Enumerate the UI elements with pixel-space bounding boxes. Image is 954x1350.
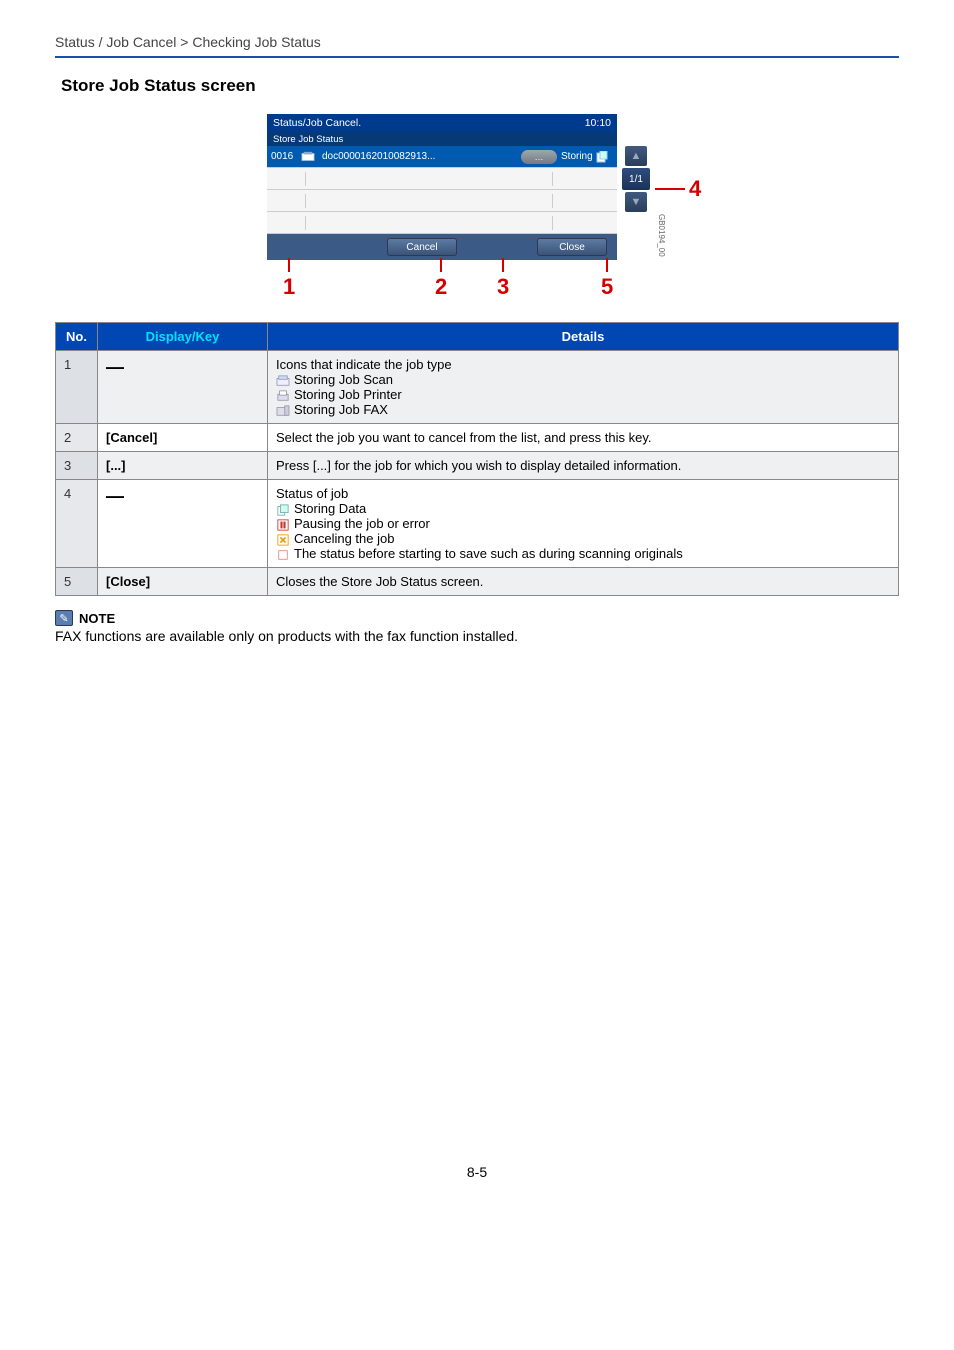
callout-2: 2 xyxy=(435,258,447,300)
empty-row xyxy=(267,168,617,190)
cell-details: Status of job Storing Data Pausing the j… xyxy=(268,480,899,568)
storing-icon xyxy=(596,151,608,163)
printer-icon xyxy=(276,390,290,402)
section-title: Store Job Status screen xyxy=(55,76,899,96)
note-text: FAX functions are available only on prod… xyxy=(55,628,899,644)
fax-icon xyxy=(276,405,290,417)
job-status-cell: Storing xyxy=(557,151,617,163)
device-subtitle: Store Job Status xyxy=(273,134,343,145)
empty-row xyxy=(267,212,617,234)
cell-dk: [Close] xyxy=(98,568,268,596)
cell-details: Icons that indicate the job type Storing… xyxy=(268,351,899,424)
scan-icon xyxy=(301,151,315,163)
callout-4: 4 xyxy=(655,176,701,202)
details-table: No. Display/Key Details 1 ― Icons that i… xyxy=(55,322,899,596)
page-number: 8-5 xyxy=(55,1164,899,1180)
callout-3: 3 xyxy=(497,258,509,300)
cell-dk: ― xyxy=(98,351,268,424)
detail-button[interactable]: … xyxy=(521,150,557,164)
close-button[interactable]: Close xyxy=(537,238,607,256)
pause-icon xyxy=(276,519,290,531)
job-status: Storing xyxy=(561,151,593,162)
cell-no: 4 xyxy=(56,480,98,568)
note-icon: ✎ xyxy=(55,610,73,626)
cell-no: 5 xyxy=(56,568,98,596)
scan-icon xyxy=(276,375,290,387)
cancel-icon xyxy=(276,534,290,546)
callout-1: 1 xyxy=(283,258,295,300)
cell-no: 1 xyxy=(56,351,98,424)
cell-details: Press [...] for the job for which you wi… xyxy=(268,452,899,480)
figure-code: GB0194_00 xyxy=(657,214,666,257)
cancel-button[interactable]: Cancel xyxy=(387,238,457,256)
breadcrumb: Status / Job Cancel > Checking Job Statu… xyxy=(55,34,899,56)
empty-row xyxy=(267,190,617,212)
scroll-down-button[interactable]: ▼ xyxy=(625,192,647,212)
job-row[interactable]: 0016 doc0000162010082913... … Storing xyxy=(267,146,617,168)
dash-icon: ― xyxy=(106,486,124,506)
cell-dk: ― xyxy=(98,480,268,568)
dash-icon: ― xyxy=(106,357,124,377)
note-label: NOTE xyxy=(79,611,115,626)
cell-no: 3 xyxy=(56,452,98,480)
cell-dk: [Cancel] xyxy=(98,424,268,452)
scroll-up-button[interactable]: ▲ xyxy=(625,146,647,166)
storing-data-icon xyxy=(276,504,290,516)
header-divider xyxy=(55,56,899,58)
cell-details: Select the job you want to cancel from t… xyxy=(268,424,899,452)
cell-no: 2 xyxy=(56,424,98,452)
cell-details: Closes the Store Job Status screen. xyxy=(268,568,899,596)
device-figure: Status/Job Cancel. 10:10 Store Job Statu… xyxy=(55,114,899,298)
col-displaykey: Display/Key xyxy=(98,323,268,351)
job-name-cell: doc0000162010082913... xyxy=(301,151,521,163)
job-name: doc0000162010082913... xyxy=(322,151,435,162)
page-indicator: 1/1 xyxy=(622,168,650,190)
device-title: Status/Job Cancel. xyxy=(273,117,361,129)
cell-dk: [...] xyxy=(98,452,268,480)
waiting-icon xyxy=(276,549,290,561)
device-time: 10:10 xyxy=(585,117,611,129)
col-no: No. xyxy=(56,323,98,351)
device-scroll-side: ▲ 1/1 ▼ xyxy=(619,146,653,212)
job-number: 0016 xyxy=(267,151,301,162)
callout-5: 5 xyxy=(601,258,613,300)
device-screen: Status/Job Cancel. 10:10 Store Job Statu… xyxy=(267,114,617,260)
col-details: Details xyxy=(268,323,899,351)
